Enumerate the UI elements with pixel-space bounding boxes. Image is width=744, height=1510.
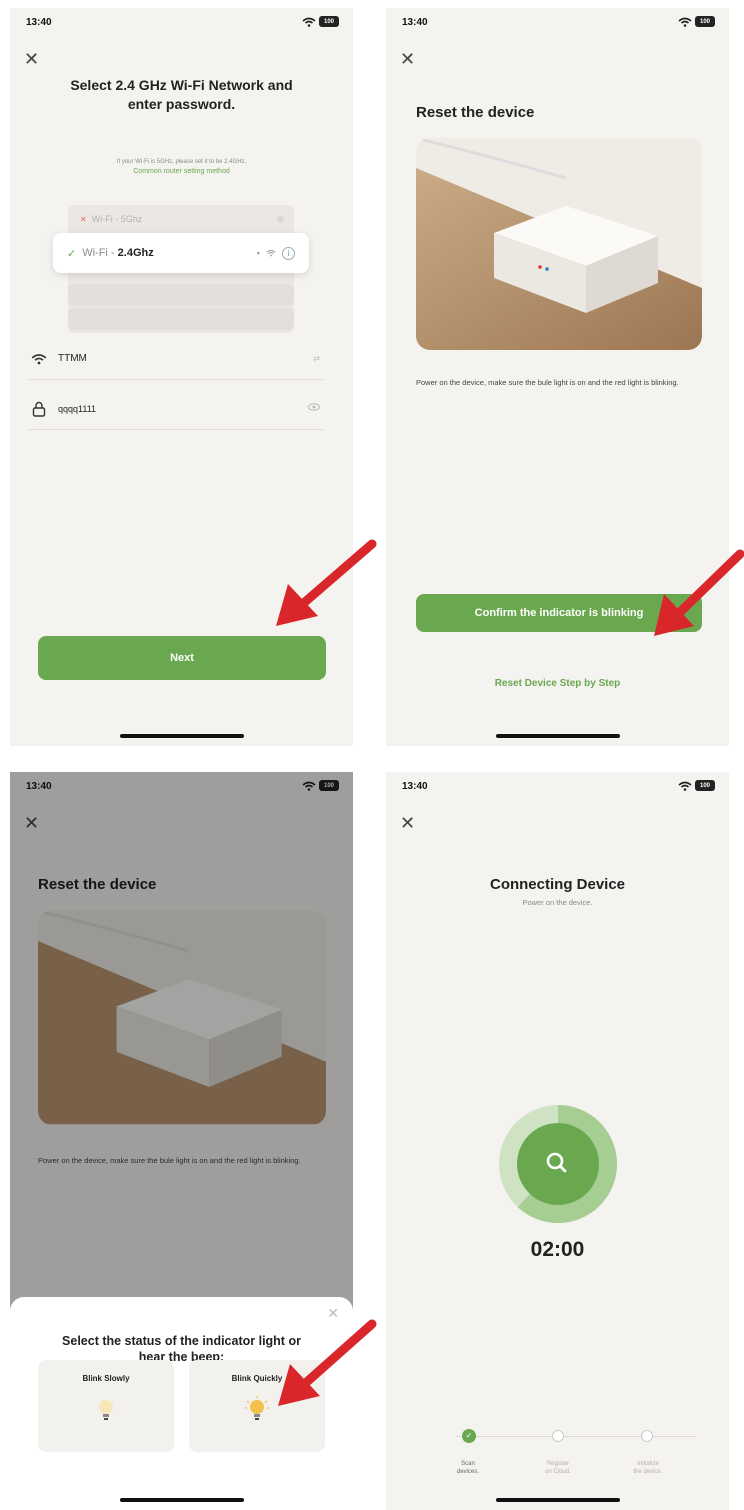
device-photo <box>416 138 702 350</box>
status-bar: 13:40 100 <box>386 8 729 38</box>
wifi-placeholder-row-1 <box>68 284 294 306</box>
wifi-24-row: ✓ Wi-Fi - 2.4Ghz ▪ i <box>53 233 309 273</box>
dot-icon <box>277 215 284 223</box>
password-field[interactable]: qqqq1111 <box>28 388 324 430</box>
cross-icon: ✕ <box>80 214 87 224</box>
status-icons: 100 <box>302 16 339 27</box>
step-pending-dot <box>552 1430 564 1442</box>
step-3-label-line-1: Initialize <box>637 1461 659 1467</box>
status-icons: 100 <box>678 16 715 27</box>
info-icon: i <box>282 246 295 260</box>
eye-icon[interactable] <box>308 403 320 414</box>
home-indicator <box>120 734 244 738</box>
battery-icon: 100 <box>695 16 715 27</box>
lock-icon: ▪ <box>256 248 260 258</box>
ssid-value: TTMM <box>58 353 87 364</box>
reset-instructions: Power on the device, make sure the bule … <box>416 378 679 387</box>
status-time: 13:40 <box>402 17 428 28</box>
home-indicator <box>496 734 620 738</box>
step-2-label-line-2: on Cloud. <box>545 1469 571 1475</box>
screen-wifi-setup: 13:40 100 ✕ Select 2.4 GHz Wi-Fi Network… <box>10 8 353 746</box>
option-blink-slowly[interactable]: Blink Slowly <box>38 1360 174 1452</box>
wifi-24-prefix: Wi-Fi - <box>82 247 115 259</box>
hint-text: If your Wi-Fi is 5GHz, please set it to … <box>116 159 247 165</box>
step-3-label-line-2: the device. <box>633 1469 663 1475</box>
step-1-label-line-2: devices. <box>456 1469 479 1475</box>
ssid-field[interactable]: TTMM ⇄ <box>28 338 324 380</box>
step-register-cloud: Register on Cloud. <box>528 1460 588 1476</box>
red-arrow-annotation <box>278 1319 377 1406</box>
title-line-2: enter password. <box>127 96 236 112</box>
red-arrow-annotation <box>654 549 744 636</box>
status-time: 13:40 <box>26 17 52 28</box>
wifi-24-band: 2.4Ghz <box>117 247 154 259</box>
wifi-icon <box>302 17 316 27</box>
lock-icon <box>28 401 50 417</box>
next-button[interactable]: Next <box>38 636 326 680</box>
red-arrow-annotation <box>276 539 377 626</box>
screen-connecting-device: 13:40 100 ✕ Connecting Device Power on t… <box>386 772 729 1510</box>
password-value: qqqq1111 <box>58 403 97 414</box>
wifi-5g-band: 5Ghz <box>120 214 143 224</box>
step-2-label-line-1: Register <box>546 1461 570 1467</box>
lightbulb-icon <box>245 1396 269 1420</box>
switch-network-icon[interactable]: ⇄ <box>313 354 320 363</box>
step-1-label-line-1: Scan <box>461 1461 475 1467</box>
wifi-5g-prefix: Wi-Fi - <box>91 214 119 224</box>
step-initialize-device: Initialize the device. <box>618 1460 678 1476</box>
check-icon: ✓ <box>462 1429 476 1443</box>
step-scan-devices: Scan devices. <box>438 1460 498 1476</box>
option-label: Blink Slowly <box>82 1374 130 1383</box>
frequency-hint: If your Wi-Fi is 5GHz, please set it to … <box>10 158 353 176</box>
step-pending-dot <box>641 1430 653 1442</box>
router-setting-link[interactable]: Common router setting method <box>10 167 353 176</box>
title-line-1: Select 2.4 GHz Wi-Fi Network and <box>70 77 293 93</box>
close-icon[interactable]: ✕ <box>24 50 39 68</box>
wifi-5g-row: ✕ Wi-Fi - 5Ghz <box>68 208 294 230</box>
home-indicator <box>496 1498 620 1502</box>
progress-steps <box>386 772 729 1510</box>
wifi-placeholder-row-2 <box>68 308 294 330</box>
home-indicator <box>120 1498 244 1502</box>
steps-track <box>456 1436 696 1437</box>
page-title: Reset the device <box>416 104 535 121</box>
status-bar: 13:40 100 <box>10 8 353 38</box>
battery-icon: 100 <box>319 16 339 27</box>
wifi-icon <box>678 17 692 27</box>
wifi-24-icons: ▪ i <box>256 246 295 260</box>
check-icon: ✓ <box>67 247 77 260</box>
close-icon[interactable]: ✕ <box>400 50 415 68</box>
wifi-icon <box>266 249 276 257</box>
reset-step-by-step-link[interactable]: Reset Device Step by Step <box>386 678 729 689</box>
wifi-icon <box>28 353 50 365</box>
page-title: Select 2.4 GHz Wi-Fi Network and enter p… <box>10 76 353 114</box>
lightbulb-icon <box>99 1400 113 1420</box>
